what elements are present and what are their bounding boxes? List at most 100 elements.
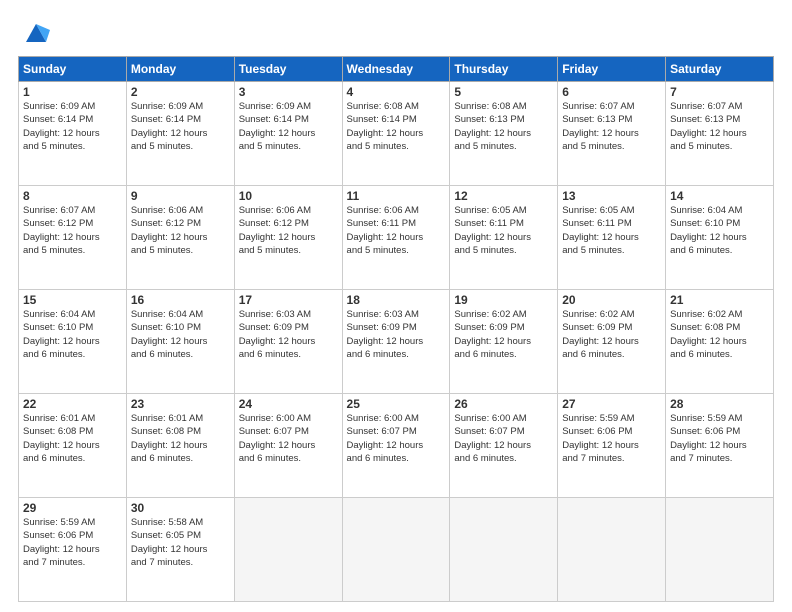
calendar-cell: 5Sunrise: 6:08 AMSunset: 6:13 PMDaylight… bbox=[450, 82, 558, 186]
calendar-body: 1Sunrise: 6:09 AMSunset: 6:14 PMDaylight… bbox=[19, 82, 774, 602]
day-number: 23 bbox=[131, 397, 230, 411]
logo bbox=[18, 18, 50, 46]
calendar-cell: 18Sunrise: 6:03 AMSunset: 6:09 PMDayligh… bbox=[342, 290, 450, 394]
day-info: Sunrise: 6:08 AMSunset: 6:13 PMDaylight:… bbox=[454, 100, 553, 153]
calendar-cell bbox=[450, 498, 558, 602]
weekday-wednesday: Wednesday bbox=[342, 57, 450, 82]
weekday-saturday: Saturday bbox=[666, 57, 774, 82]
day-number: 15 bbox=[23, 293, 122, 307]
calendar-cell: 11Sunrise: 6:06 AMSunset: 6:11 PMDayligh… bbox=[342, 186, 450, 290]
day-info: Sunrise: 6:04 AMSunset: 6:10 PMDaylight:… bbox=[23, 308, 122, 361]
day-info: Sunrise: 6:00 AMSunset: 6:07 PMDaylight:… bbox=[347, 412, 446, 465]
day-number: 26 bbox=[454, 397, 553, 411]
week-row-1: 1Sunrise: 6:09 AMSunset: 6:14 PMDaylight… bbox=[19, 82, 774, 186]
day-info: Sunrise: 6:09 AMSunset: 6:14 PMDaylight:… bbox=[23, 100, 122, 153]
day-number: 9 bbox=[131, 189, 230, 203]
day-number: 5 bbox=[454, 85, 553, 99]
day-number: 1 bbox=[23, 85, 122, 99]
week-row-2: 8Sunrise: 6:07 AMSunset: 6:12 PMDaylight… bbox=[19, 186, 774, 290]
calendar-cell: 29Sunrise: 5:59 AMSunset: 6:06 PMDayligh… bbox=[19, 498, 127, 602]
day-info: Sunrise: 6:03 AMSunset: 6:09 PMDaylight:… bbox=[347, 308, 446, 361]
day-number: 8 bbox=[23, 189, 122, 203]
day-number: 21 bbox=[670, 293, 769, 307]
calendar-cell: 6Sunrise: 6:07 AMSunset: 6:13 PMDaylight… bbox=[558, 82, 666, 186]
day-number: 22 bbox=[23, 397, 122, 411]
weekday-monday: Monday bbox=[126, 57, 234, 82]
day-info: Sunrise: 6:06 AMSunset: 6:12 PMDaylight:… bbox=[239, 204, 338, 257]
day-info: Sunrise: 5:59 AMSunset: 6:06 PMDaylight:… bbox=[670, 412, 769, 465]
calendar-cell: 27Sunrise: 5:59 AMSunset: 6:06 PMDayligh… bbox=[558, 394, 666, 498]
day-info: Sunrise: 6:04 AMSunset: 6:10 PMDaylight:… bbox=[131, 308, 230, 361]
calendar-cell: 23Sunrise: 6:01 AMSunset: 6:08 PMDayligh… bbox=[126, 394, 234, 498]
calendar-cell bbox=[342, 498, 450, 602]
day-number: 10 bbox=[239, 189, 338, 203]
day-number: 29 bbox=[23, 501, 122, 515]
page: SundayMondayTuesdayWednesdayThursdayFrid… bbox=[0, 0, 792, 612]
day-info: Sunrise: 6:02 AMSunset: 6:09 PMDaylight:… bbox=[454, 308, 553, 361]
day-info: Sunrise: 6:07 AMSunset: 6:13 PMDaylight:… bbox=[670, 100, 769, 153]
day-info: Sunrise: 5:59 AMSunset: 6:06 PMDaylight:… bbox=[562, 412, 661, 465]
day-number: 17 bbox=[239, 293, 338, 307]
calendar-cell: 26Sunrise: 6:00 AMSunset: 6:07 PMDayligh… bbox=[450, 394, 558, 498]
day-number: 30 bbox=[131, 501, 230, 515]
calendar-cell: 13Sunrise: 6:05 AMSunset: 6:11 PMDayligh… bbox=[558, 186, 666, 290]
day-number: 4 bbox=[347, 85, 446, 99]
day-info: Sunrise: 6:02 AMSunset: 6:09 PMDaylight:… bbox=[562, 308, 661, 361]
day-info: Sunrise: 6:01 AMSunset: 6:08 PMDaylight:… bbox=[131, 412, 230, 465]
calendar-cell: 4Sunrise: 6:08 AMSunset: 6:14 PMDaylight… bbox=[342, 82, 450, 186]
calendar-cell: 21Sunrise: 6:02 AMSunset: 6:08 PMDayligh… bbox=[666, 290, 774, 394]
calendar-cell bbox=[234, 498, 342, 602]
week-row-5: 29Sunrise: 5:59 AMSunset: 6:06 PMDayligh… bbox=[19, 498, 774, 602]
day-info: Sunrise: 6:09 AMSunset: 6:14 PMDaylight:… bbox=[239, 100, 338, 153]
day-info: Sunrise: 6:05 AMSunset: 6:11 PMDaylight:… bbox=[454, 204, 553, 257]
day-info: Sunrise: 5:59 AMSunset: 6:06 PMDaylight:… bbox=[23, 516, 122, 569]
day-number: 16 bbox=[131, 293, 230, 307]
calendar-cell: 20Sunrise: 6:02 AMSunset: 6:09 PMDayligh… bbox=[558, 290, 666, 394]
day-info: Sunrise: 6:05 AMSunset: 6:11 PMDaylight:… bbox=[562, 204, 661, 257]
day-number: 2 bbox=[131, 85, 230, 99]
calendar-cell: 17Sunrise: 6:03 AMSunset: 6:09 PMDayligh… bbox=[234, 290, 342, 394]
weekday-header-row: SundayMondayTuesdayWednesdayThursdayFrid… bbox=[19, 57, 774, 82]
calendar-cell: 2Sunrise: 6:09 AMSunset: 6:14 PMDaylight… bbox=[126, 82, 234, 186]
day-number: 7 bbox=[670, 85, 769, 99]
calendar-cell: 24Sunrise: 6:00 AMSunset: 6:07 PMDayligh… bbox=[234, 394, 342, 498]
day-number: 20 bbox=[562, 293, 661, 307]
day-number: 11 bbox=[347, 189, 446, 203]
calendar-cell bbox=[666, 498, 774, 602]
day-number: 13 bbox=[562, 189, 661, 203]
day-info: Sunrise: 5:58 AMSunset: 6:05 PMDaylight:… bbox=[131, 516, 230, 569]
day-info: Sunrise: 6:00 AMSunset: 6:07 PMDaylight:… bbox=[239, 412, 338, 465]
day-info: Sunrise: 6:09 AMSunset: 6:14 PMDaylight:… bbox=[131, 100, 230, 153]
calendar-cell bbox=[558, 498, 666, 602]
day-number: 18 bbox=[347, 293, 446, 307]
day-info: Sunrise: 6:07 AMSunset: 6:13 PMDaylight:… bbox=[562, 100, 661, 153]
day-info: Sunrise: 6:06 AMSunset: 6:11 PMDaylight:… bbox=[347, 204, 446, 257]
calendar-cell: 16Sunrise: 6:04 AMSunset: 6:10 PMDayligh… bbox=[126, 290, 234, 394]
weekday-thursday: Thursday bbox=[450, 57, 558, 82]
day-info: Sunrise: 6:01 AMSunset: 6:08 PMDaylight:… bbox=[23, 412, 122, 465]
calendar-cell: 3Sunrise: 6:09 AMSunset: 6:14 PMDaylight… bbox=[234, 82, 342, 186]
weekday-friday: Friday bbox=[558, 57, 666, 82]
calendar-cell: 12Sunrise: 6:05 AMSunset: 6:11 PMDayligh… bbox=[450, 186, 558, 290]
day-number: 25 bbox=[347, 397, 446, 411]
calendar-cell: 14Sunrise: 6:04 AMSunset: 6:10 PMDayligh… bbox=[666, 186, 774, 290]
day-number: 28 bbox=[670, 397, 769, 411]
day-number: 19 bbox=[454, 293, 553, 307]
calendar-cell: 19Sunrise: 6:02 AMSunset: 6:09 PMDayligh… bbox=[450, 290, 558, 394]
calendar-cell: 25Sunrise: 6:00 AMSunset: 6:07 PMDayligh… bbox=[342, 394, 450, 498]
calendar-cell: 9Sunrise: 6:06 AMSunset: 6:12 PMDaylight… bbox=[126, 186, 234, 290]
day-number: 27 bbox=[562, 397, 661, 411]
calendar-cell: 10Sunrise: 6:06 AMSunset: 6:12 PMDayligh… bbox=[234, 186, 342, 290]
calendar-cell: 30Sunrise: 5:58 AMSunset: 6:05 PMDayligh… bbox=[126, 498, 234, 602]
day-info: Sunrise: 6:06 AMSunset: 6:12 PMDaylight:… bbox=[131, 204, 230, 257]
day-info: Sunrise: 6:03 AMSunset: 6:09 PMDaylight:… bbox=[239, 308, 338, 361]
calendar-cell: 1Sunrise: 6:09 AMSunset: 6:14 PMDaylight… bbox=[19, 82, 127, 186]
day-info: Sunrise: 6:00 AMSunset: 6:07 PMDaylight:… bbox=[454, 412, 553, 465]
week-row-4: 22Sunrise: 6:01 AMSunset: 6:08 PMDayligh… bbox=[19, 394, 774, 498]
calendar-cell: 22Sunrise: 6:01 AMSunset: 6:08 PMDayligh… bbox=[19, 394, 127, 498]
day-info: Sunrise: 6:08 AMSunset: 6:14 PMDaylight:… bbox=[347, 100, 446, 153]
weekday-sunday: Sunday bbox=[19, 57, 127, 82]
calendar-table: SundayMondayTuesdayWednesdayThursdayFrid… bbox=[18, 56, 774, 602]
day-number: 14 bbox=[670, 189, 769, 203]
day-number: 24 bbox=[239, 397, 338, 411]
